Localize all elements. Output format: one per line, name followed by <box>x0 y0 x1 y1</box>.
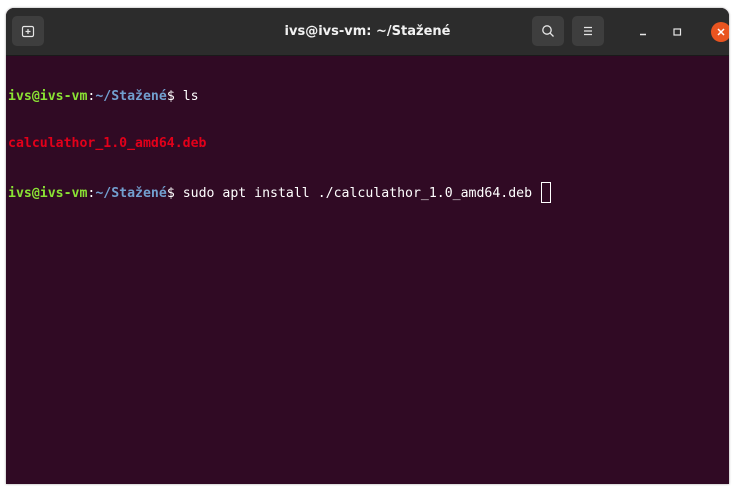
terminal-window: ivs@ivs-vm: ~/Stažené ivs@ivs-vm:~/Staže… <box>6 8 729 484</box>
prompt-dollar: $ <box>166 186 183 201</box>
command-text: sudo apt install ./calculathor_1.0_amd64… <box>182 186 540 201</box>
search-icon <box>542 25 554 37</box>
close-button[interactable] <box>711 22 729 42</box>
minimize-icon <box>640 33 646 36</box>
terminal-line: ivs@ivs-vm:~/Stažené$ ls <box>8 89 729 105</box>
terminal-line: calculathor_1.0_amd64.deb <box>8 136 729 152</box>
maximize-button[interactable] <box>666 21 688 43</box>
search-button[interactable] <box>532 16 564 46</box>
prompt-user-host: ivs@ivs-vm <box>8 89 88 104</box>
window-title: ivs@ivs-vm: ~/Stažené <box>284 24 451 39</box>
new-tab-icon <box>21 25 35 38</box>
close-icon <box>717 28 725 36</box>
maximize-icon <box>673 28 682 36</box>
menu-button[interactable] <box>572 16 604 46</box>
new-tab-button[interactable] <box>12 16 44 46</box>
header-bar: ivs@ivs-vm: ~/Stažené <box>6 8 729 56</box>
hamburger-menu-icon <box>584 26 592 36</box>
terminal-line: ivs@ivs-vm:~/Stažené$ sudo apt install .… <box>8 182 729 203</box>
terminal-output[interactable]: ivs@ivs-vm:~/Stažené$ ls calculathor_1.0… <box>6 56 729 484</box>
prompt-user-host: ivs@ivs-vm <box>8 186 88 201</box>
prompt-path: ~/Stažené <box>95 186 167 201</box>
prompt-dollar: $ <box>166 89 183 104</box>
text-cursor <box>541 182 551 203</box>
command-text: ls <box>182 89 199 104</box>
command-output: calculathor_1.0_amd64.deb <box>8 135 207 151</box>
minimize-button[interactable] <box>632 21 654 43</box>
prompt-path: ~/Stažené <box>95 89 167 104</box>
